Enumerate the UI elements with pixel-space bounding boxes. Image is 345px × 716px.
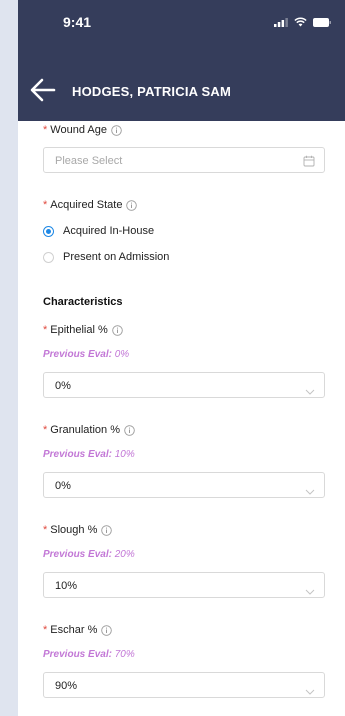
chevron-down-icon	[305, 382, 315, 400]
eschar-select[interactable]: 90%	[43, 672, 325, 698]
slough-label: * Slough %	[43, 524, 113, 536]
granulation-value: 0%	[55, 480, 71, 492]
eschar-label: * Eschar %	[43, 624, 113, 636]
epithelial-label-text: Epithelial %	[50, 324, 108, 336]
info-icon[interactable]	[111, 124, 122, 136]
granulation-previous-eval: Previous Eval: 10%	[43, 449, 135, 460]
page-title: HODGES, PATRICIA SAM	[72, 84, 232, 99]
wound-age-date-picker[interactable]: Please Select	[43, 147, 325, 173]
eschar-value: 90%	[55, 680, 78, 692]
granulation-select[interactable]: 0%	[43, 472, 325, 498]
required-marker: *	[43, 199, 48, 211]
status-time: 9:41	[63, 14, 92, 30]
required-marker: *	[43, 124, 48, 136]
info-icon[interactable]	[126, 199, 138, 211]
required-marker: *	[43, 324, 48, 336]
wound-age-placeholder: Please Select	[55, 155, 123, 167]
previous-eval-prefix: Previous Eval:	[43, 449, 112, 460]
radio-unselected-indicator[interactable]	[43, 251, 54, 263]
previous-eval-value: 0%	[114, 349, 130, 360]
epithelial-value: 0%	[55, 380, 71, 392]
back-button[interactable]	[30, 78, 60, 104]
required-marker: *	[43, 424, 48, 436]
app-header: 9:41 HODGES, PATRICIA SAM	[18, 0, 345, 121]
epithelial-select[interactable]: 0%	[43, 372, 325, 398]
granulation-label-text: Granulation %	[50, 424, 120, 436]
status-icons	[274, 17, 331, 27]
eschar-label-text: Eschar %	[50, 624, 98, 636]
phone-screen: 9:41 HODGES, PATRICIA SAM * Wound Age Pl…	[18, 0, 345, 716]
previous-eval-value: 10%	[114, 449, 135, 460]
previous-eval-value: 70%	[114, 649, 135, 660]
wound-age-label-text: Wound Age	[50, 124, 107, 136]
radio-selected-indicator[interactable]	[43, 225, 54, 237]
wifi-icon	[294, 17, 307, 27]
previous-eval-prefix: Previous Eval:	[43, 649, 112, 660]
previous-eval-prefix: Previous Eval:	[43, 349, 112, 360]
info-icon[interactable]	[124, 424, 135, 436]
previous-eval-value: 20%	[114, 549, 135, 560]
arrow-left-icon	[30, 78, 56, 102]
chevron-down-icon	[305, 682, 315, 700]
calendar-icon	[303, 154, 315, 172]
epithelial-previous-eval: Previous Eval: 0%	[43, 349, 129, 360]
wound-age-label: * Wound Age	[43, 124, 122, 136]
characteristics-heading: Characteristics	[43, 296, 123, 308]
granulation-label: * Granulation %	[43, 424, 135, 436]
chevron-down-icon	[305, 582, 315, 600]
epithelial-label: * Epithelial %	[43, 324, 123, 336]
acquired-state-label-text: Acquired State	[50, 199, 123, 211]
radio-label: Acquired In-House	[63, 225, 155, 237]
info-icon[interactable]	[101, 624, 113, 636]
signal-icon	[274, 17, 288, 27]
slough-previous-eval: Previous Eval: 20%	[43, 549, 135, 560]
slough-select[interactable]: 10%	[43, 572, 325, 598]
radio-present-on-admission[interactable]: Present on Admission	[43, 251, 169, 263]
required-marker: *	[43, 624, 48, 636]
slough-label-text: Slough %	[50, 524, 98, 536]
required-marker: *	[43, 524, 48, 536]
previous-eval-prefix: Previous Eval:	[43, 549, 112, 560]
eschar-previous-eval: Previous Eval: 70%	[43, 649, 135, 660]
radio-acquired-in-house[interactable]: Acquired In-House	[43, 225, 154, 237]
radio-label: Present on Admission	[63, 251, 170, 263]
slough-value: 10%	[55, 580, 78, 592]
acquired-state-label: * Acquired State	[43, 199, 138, 211]
chevron-down-icon	[305, 482, 315, 500]
info-icon[interactable]	[112, 324, 123, 336]
info-icon[interactable]	[101, 524, 113, 536]
battery-icon	[313, 17, 331, 27]
